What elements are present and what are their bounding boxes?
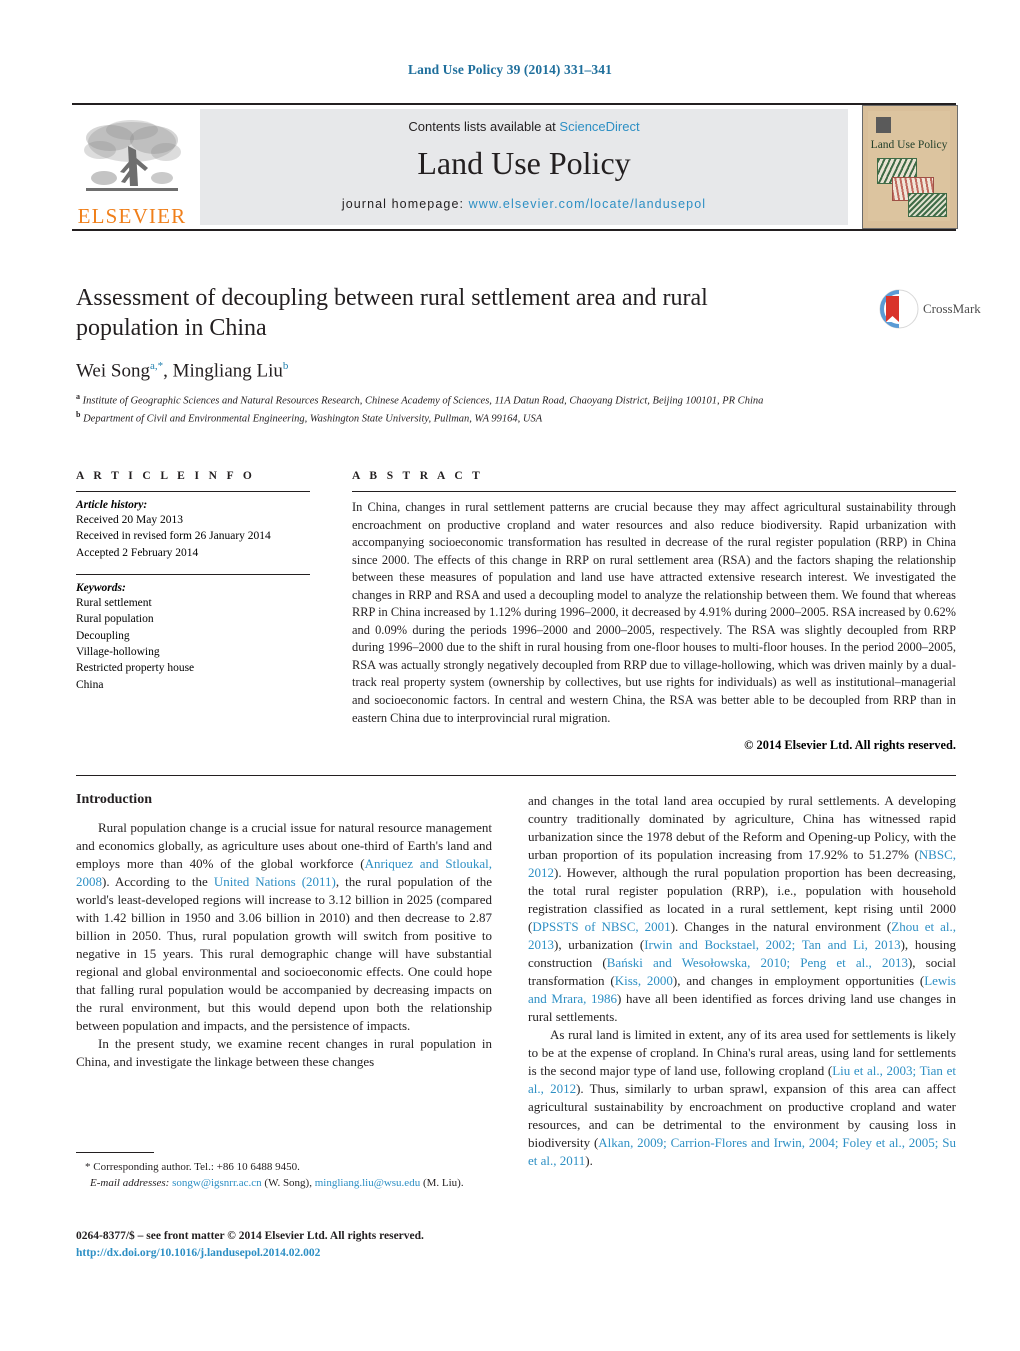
- keywords-label: Keywords:: [76, 581, 126, 594]
- article-history-label: Article history:: [76, 499, 148, 511]
- journal-homepage-line: journal homepage: www.elsevier.com/locat…: [200, 197, 848, 211]
- article-info-heading: A R T I C L E I N F O: [76, 470, 256, 482]
- affiliation-a-text: Institute of Geographic Sciences and Nat…: [82, 395, 764, 407]
- paragraph: In the present study, we examine recent …: [76, 1036, 492, 1069]
- article-history-item: Received in revised form 26 January 2014: [76, 530, 271, 543]
- email-addresses-line: E-mail addresses: songw@igsnrr.ac.cn (W.…: [76, 1176, 492, 1192]
- email-link-liu[interactable]: mingliang.liu@wsu.edu: [315, 1177, 420, 1189]
- paragraph: Rural population change is a crucial iss…: [76, 819, 492, 1035]
- body-column-left: Introduction Rural population change is …: [76, 792, 492, 1071]
- doi-link[interactable]: http://dx.doi.org/10.1016/j.landusepol.2…: [76, 1245, 576, 1262]
- email-addresses-label: E-mail addresses:: [90, 1176, 170, 1189]
- journal-cover-thumbnail: Land Use Policy: [862, 105, 958, 229]
- abstract-column: A B S T R A C T In China, changes in rur…: [352, 470, 956, 753]
- citation-link[interactable]: Irwin and Bockstael, 2002; Tan and Li, 2…: [644, 937, 900, 952]
- page-title: Assessment of decoupling between rural s…: [76, 285, 708, 342]
- issn-copyright-line: 0264-8377/$ – see front matter © 2014 El…: [76, 1230, 424, 1242]
- affiliation-b: b Department of Civil and Environmental …: [76, 409, 876, 427]
- citation-link[interactable]: United Nations (2011): [214, 874, 336, 889]
- elsevier-tree-icon: [84, 120, 181, 191]
- masthead-bottom-rule: [72, 229, 956, 231]
- affiliation-a-marker: a: [76, 392, 80, 402]
- running-head: Land Use Policy 39 (2014) 331–341: [408, 62, 612, 77]
- journal-masthead: ELSEVIER Contents lists available at Sci…: [72, 103, 958, 231]
- sciencedirect-link[interactable]: ScienceDirect: [559, 119, 639, 134]
- keyword-item: Rural settlement: [76, 596, 152, 609]
- cover-inner: Land Use Policy: [868, 111, 950, 221]
- email-owner-song: (W. Song),: [264, 1176, 312, 1189]
- copyright-line: © 2014 Elsevier Ltd. All rights reserved…: [744, 738, 956, 753]
- abstract-heading: A B S T R A C T: [352, 470, 484, 482]
- contents-available-line: Contents lists available at ScienceDirec…: [200, 119, 848, 134]
- homepage-label: journal homepage:: [341, 197, 465, 211]
- article-history-item: Received 20 May 2013: [76, 514, 183, 526]
- author-name-2: Mingliang Liu: [172, 360, 283, 382]
- para-text: ). Changes in the natural environment (: [670, 919, 892, 934]
- author-name-1: Wei Song: [76, 360, 150, 382]
- cover-image-landscape: [908, 193, 947, 217]
- journal-title: Land Use Policy: [417, 145, 631, 181]
- cover-title: Land Use Policy: [870, 139, 948, 151]
- article-info-rule-top: [76, 491, 310, 492]
- paper-page: Land Use Policy 39 (2014) 331–341 ELSEVI…: [0, 0, 1020, 1351]
- citation-link[interactable]: Bański and Wesołowska, 2010; Peng et al.…: [607, 955, 908, 970]
- corresponding-author-line: * Corresponding author. Tel.: +86 10 648…: [76, 1160, 492, 1176]
- author-list: Wei Songa,*, Mingliang Liub: [76, 360, 866, 382]
- para-text: ).: [585, 1153, 593, 1168]
- email-owner-liu: (M. Liu).: [422, 1176, 464, 1189]
- title-block: Assessment of decoupling between rural s…: [76, 283, 866, 427]
- affiliation-b-text: Department of Civil and Environmental En…: [83, 413, 543, 425]
- paragraph: As rural land is limited in extent, any …: [528, 1026, 956, 1170]
- abstract-text: In China, changes in rural settlement pa…: [352, 500, 956, 725]
- section-heading-introduction: Introduction: [76, 792, 152, 807]
- homepage-url-link[interactable]: www.elsevier.com/locate/landusepol: [469, 197, 707, 211]
- masthead-top-rule: [72, 103, 956, 105]
- keywords-list: Rural settlement Rural population Decoup…: [76, 595, 310, 693]
- affiliation-block: a Institute of Geographic Sciences and N…: [76, 391, 876, 426]
- footnote-block: * Corresponding author. Tel.: +86 10 648…: [76, 1152, 492, 1192]
- crossmark-icon[interactable]: [878, 288, 920, 330]
- footnote-rule: [76, 1152, 154, 1153]
- keyword-item: Rural population: [76, 613, 154, 626]
- body-divider-rule: [76, 775, 956, 776]
- crossmark-badge-group[interactable]: CrossMark: [878, 288, 981, 334]
- affiliation-a: a Institute of Geographic Sciences and N…: [76, 391, 876, 409]
- contents-prefix: Contents lists available at: [408, 119, 560, 134]
- article-info-column: A R T I C L E I N F O Article history: R…: [76, 470, 310, 693]
- author-2-affiliation-marker[interactable]: b: [283, 360, 289, 372]
- email-link-song[interactable]: songw@igsnrr.ac.cn: [172, 1177, 262, 1189]
- author-1-affiliation-marker[interactable]: a,*: [150, 360, 163, 372]
- article-history-item: Accepted 2 February 2014: [76, 546, 199, 559]
- author-separator: ,: [163, 360, 173, 382]
- citation-link[interactable]: DPSSTS of NBSC, 2001: [532, 919, 670, 934]
- corresponding-author-text: Corresponding author. Tel.: +86 10 6488 …: [93, 1161, 300, 1173]
- para-text: , the rural population of the world's le…: [76, 874, 492, 1033]
- journal-banner: Contents lists available at ScienceDirec…: [200, 109, 848, 225]
- corresponding-marker: *: [85, 1161, 91, 1173]
- cover-emblem-icon: [876, 117, 891, 133]
- affiliation-b-marker: b: [76, 409, 81, 419]
- keyword-item: Village-hollowing: [76, 645, 160, 658]
- elsevier-logo: ELSEVIER: [72, 109, 192, 227]
- article-info-rule-mid: [76, 573, 310, 575]
- elsevier-wordmark: ELSEVIER: [77, 204, 187, 228]
- keyword-item: China: [76, 678, 104, 691]
- body-column-right: and changes in the total land area occup…: [528, 792, 956, 1170]
- imprint-block: 0264-8377/$ – see front matter © 2014 El…: [76, 1228, 576, 1263]
- para-text: and changes in the total land area occup…: [528, 793, 956, 862]
- abstract-rule: [352, 491, 956, 492]
- keyword-item: Restricted property house: [76, 662, 195, 675]
- citation-link[interactable]: Kiss, 2000: [615, 973, 673, 988]
- para-text: ), and changes in employment opportuniti…: [672, 973, 925, 988]
- paragraph: and changes in the total land area occup…: [528, 792, 956, 1026]
- para-text: ). According to the: [102, 874, 214, 889]
- crossmark-label: CrossMark: [923, 301, 981, 316]
- keyword-item: Decoupling: [76, 629, 130, 642]
- para-text: ), urbanization (: [554, 937, 645, 952]
